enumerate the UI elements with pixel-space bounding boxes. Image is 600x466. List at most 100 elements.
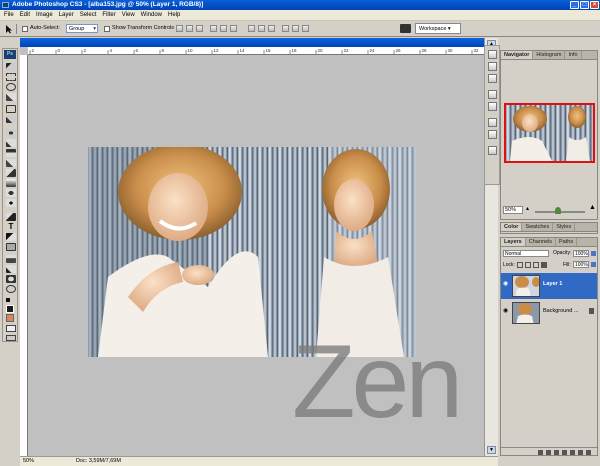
layer-row-background[interactable]: ◉ Background ... [501, 300, 597, 326]
maximize-button[interactable]: □ [580, 1, 589, 9]
navigator-zoom-knob[interactable] [554, 207, 561, 214]
align-vcenter-icon[interactable] [186, 25, 193, 32]
brush-panel-icon[interactable] [488, 50, 497, 59]
default-colors-icon[interactable] [6, 298, 10, 302]
lasso-tool-icon[interactable] [6, 83, 16, 91]
type-tool-icon[interactable]: T [6, 223, 16, 231]
tab-color[interactable]: Color [501, 223, 523, 231]
tab-layers[interactable]: Layers [501, 238, 526, 246]
history-panel-icon[interactable] [488, 90, 497, 99]
layer-name[interactable]: Layer 1 [543, 281, 562, 287]
marquee-tool-icon[interactable] [6, 73, 16, 81]
menu-filter[interactable]: Filter [102, 12, 115, 18]
distribute-right-icon[interactable] [302, 25, 309, 32]
eyedropper-tool-icon[interactable] [6, 265, 16, 273]
move-tool-icon[interactable] [3, 24, 17, 34]
navigator-thumbnail[interactable] [504, 103, 595, 163]
info-panel-icon[interactable] [488, 146, 497, 155]
new-group-icon[interactable] [570, 449, 575, 455]
tool-presets-icon[interactable] [488, 62, 497, 71]
clone-stamp-tool-icon[interactable] [6, 149, 16, 157]
new-layer-icon[interactable] [578, 449, 583, 455]
magic-wand-tool-icon[interactable] [6, 93, 16, 101]
tab-styles[interactable]: Styles [553, 223, 576, 231]
navigator-zoom-field[interactable]: 50% [503, 206, 523, 214]
minimize-button[interactable]: _ [570, 1, 579, 9]
layer-style-icon[interactable] [546, 449, 551, 455]
fill-arrow-icon[interactable] [591, 262, 596, 267]
link-layers-icon[interactable] [538, 449, 543, 455]
auto-select-checkbox[interactable] [22, 26, 28, 32]
tab-channels[interactable]: Channels [526, 238, 556, 246]
gradient-tool-icon[interactable] [6, 179, 16, 187]
align-bottom-icon[interactable] [196, 25, 203, 32]
menu-help[interactable]: Help [168, 12, 180, 18]
menu-image[interactable]: Image [36, 12, 53, 18]
lock-position-icon[interactable] [533, 262, 539, 268]
tab-histogram[interactable]: Histogram [533, 51, 566, 59]
blend-mode-dropdown[interactable]: Normal [503, 250, 549, 257]
distribute-hcenter-icon[interactable] [292, 25, 299, 32]
dodge-tool-icon[interactable] [6, 199, 16, 207]
adjustment-layer-icon[interactable] [562, 449, 567, 455]
delete-layer-icon[interactable] [586, 449, 591, 455]
layer-mask-icon[interactable] [554, 449, 559, 455]
menu-window[interactable]: Window [141, 12, 162, 18]
align-top-icon[interactable] [176, 25, 183, 32]
visibility-eye-icon[interactable]: ◉ [503, 308, 509, 314]
menu-view[interactable]: View [122, 12, 135, 18]
path-selection-tool-icon[interactable] [6, 233, 16, 241]
distribute-top-icon[interactable] [248, 25, 255, 32]
character-panel-icon[interactable] [488, 118, 497, 127]
menu-layer[interactable]: Layer [59, 12, 74, 18]
opacity-arrow-icon[interactable] [591, 251, 596, 256]
background-color-swatch[interactable] [6, 314, 14, 322]
quick-mask-icon[interactable] [6, 325, 16, 332]
scroll-down-icon[interactable]: ▼ [487, 446, 496, 454]
align-left-icon[interactable] [210, 25, 217, 32]
blur-tool-icon[interactable] [6, 189, 16, 197]
slice-tool-icon[interactable] [6, 115, 16, 123]
zoom-tool-icon[interactable] [6, 285, 16, 293]
zoom-in-icon[interactable]: ▲ [589, 204, 596, 211]
transform-controls-checkbox[interactable] [104, 26, 110, 32]
history-brush-tool-icon[interactable] [6, 159, 16, 167]
layer-row-layer-1[interactable]: ◉ Layer 1 [501, 273, 597, 299]
auto-select-dropdown[interactable]: Group [66, 24, 98, 33]
hand-tool-icon[interactable] [6, 275, 16, 283]
screen-mode-icon[interactable] [6, 335, 16, 341]
zoom-out-icon[interactable]: ▴ [526, 205, 529, 212]
lock-image-icon[interactable] [525, 262, 531, 268]
tab-info[interactable]: Info [565, 51, 582, 59]
layer-name[interactable]: Background ... [543, 308, 578, 314]
rectangle-tool-icon[interactable] [6, 243, 16, 251]
tab-swatches[interactable]: Swatches [522, 223, 554, 231]
fill-field[interactable]: 100% [573, 261, 589, 268]
actions-panel-icon[interactable] [488, 102, 497, 111]
bridge-icon[interactable] [400, 24, 411, 33]
menu-file[interactable]: File [4, 12, 14, 18]
menu-edit[interactable]: Edit [20, 12, 30, 18]
tab-navigator[interactable]: Navigator [501, 51, 534, 59]
distribute-left-icon[interactable] [282, 25, 289, 32]
menu-select[interactable]: Select [80, 12, 97, 18]
foreground-color-swatch[interactable] [6, 305, 14, 313]
lock-transparent-icon[interactable] [517, 262, 523, 268]
paragraph-panel-icon[interactable] [488, 130, 497, 139]
close-button[interactable]: × [590, 1, 599, 9]
workspace-menu[interactable]: Workspace ▾ [415, 23, 461, 34]
layer-comps-icon[interactable] [488, 74, 497, 83]
opacity-field[interactable]: 100% [573, 250, 589, 257]
crop-tool-icon[interactable] [6, 105, 16, 113]
brush-tool-icon[interactable] [6, 139, 16, 147]
lock-all-icon[interactable] [541, 262, 547, 268]
eraser-tool-icon[interactable] [6, 169, 16, 177]
distribute-bottom-icon[interactable] [268, 25, 275, 32]
pen-tool-icon[interactable] [6, 213, 16, 221]
visibility-eye-icon[interactable]: ◉ [503, 281, 509, 287]
healing-brush-tool-icon[interactable] [6, 129, 16, 137]
move-tool-icon[interactable] [6, 63, 16, 71]
notes-tool-icon[interactable] [6, 255, 16, 263]
status-zoom[interactable]: 50% [23, 457, 34, 466]
tab-paths[interactable]: Paths [556, 238, 578, 246]
